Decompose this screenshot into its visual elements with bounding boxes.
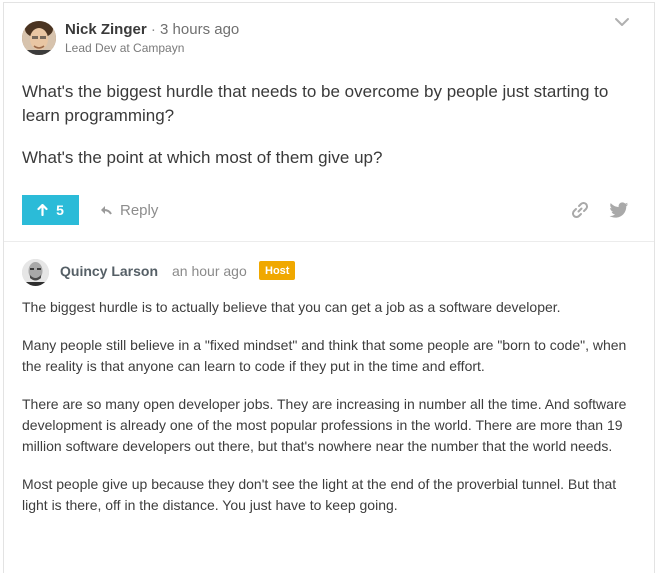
reply-button[interactable]: Reply — [100, 195, 158, 225]
answer-author-name[interactable]: Quincy Larson — [60, 263, 158, 279]
qa-thread-card: Nick Zinger · 3 hours ago Lead Dev at Ca… — [3, 2, 655, 573]
twitter-icon[interactable] — [609, 202, 629, 219]
question-meta: Nick Zinger · 3 hours ago Lead Dev at Ca… — [65, 20, 239, 56]
answer-timestamp: an hour ago — [172, 263, 247, 279]
link-icon[interactable] — [571, 201, 589, 219]
host-badge: Host — [259, 261, 296, 280]
answer-paragraph: Many people still believe in a "fixed mi… — [22, 337, 627, 374]
avatar[interactable] — [22, 259, 49, 286]
chevron-down-icon[interactable] — [614, 17, 630, 27]
answer-body: The biggest hurdle is to actually believ… — [22, 297, 640, 533]
reply-label: Reply — [120, 201, 159, 219]
answer-paragraph: The biggest hurdle is to actually believ… — [22, 299, 561, 315]
upvote-count: 5 — [56, 202, 64, 218]
answer-paragraph: Most people give up because they don't s… — [22, 476, 617, 513]
question-timestamp: 3 hours ago — [160, 21, 240, 38]
answer-paragraph: There are so many open developer jobs. T… — [22, 396, 627, 454]
reply-arrow-icon — [101, 206, 112, 215]
upvote-button[interactable]: 5 — [22, 195, 79, 225]
question-author-name[interactable]: Nick Zinger — [65, 21, 147, 38]
question-paragraph: What's the biggest hurdle that needs to … — [22, 82, 609, 125]
divider — [4, 241, 654, 242]
avatar[interactable] — [22, 21, 56, 55]
meta-separator: · — [150, 21, 156, 38]
question-author-role: Lead Dev at Campayn — [65, 41, 185, 55]
arrow-up-icon — [37, 204, 48, 216]
question-paragraph: What's the point at which most of them g… — [22, 148, 383, 167]
question-body: What's the biggest hurdle that needs to … — [22, 80, 622, 188]
